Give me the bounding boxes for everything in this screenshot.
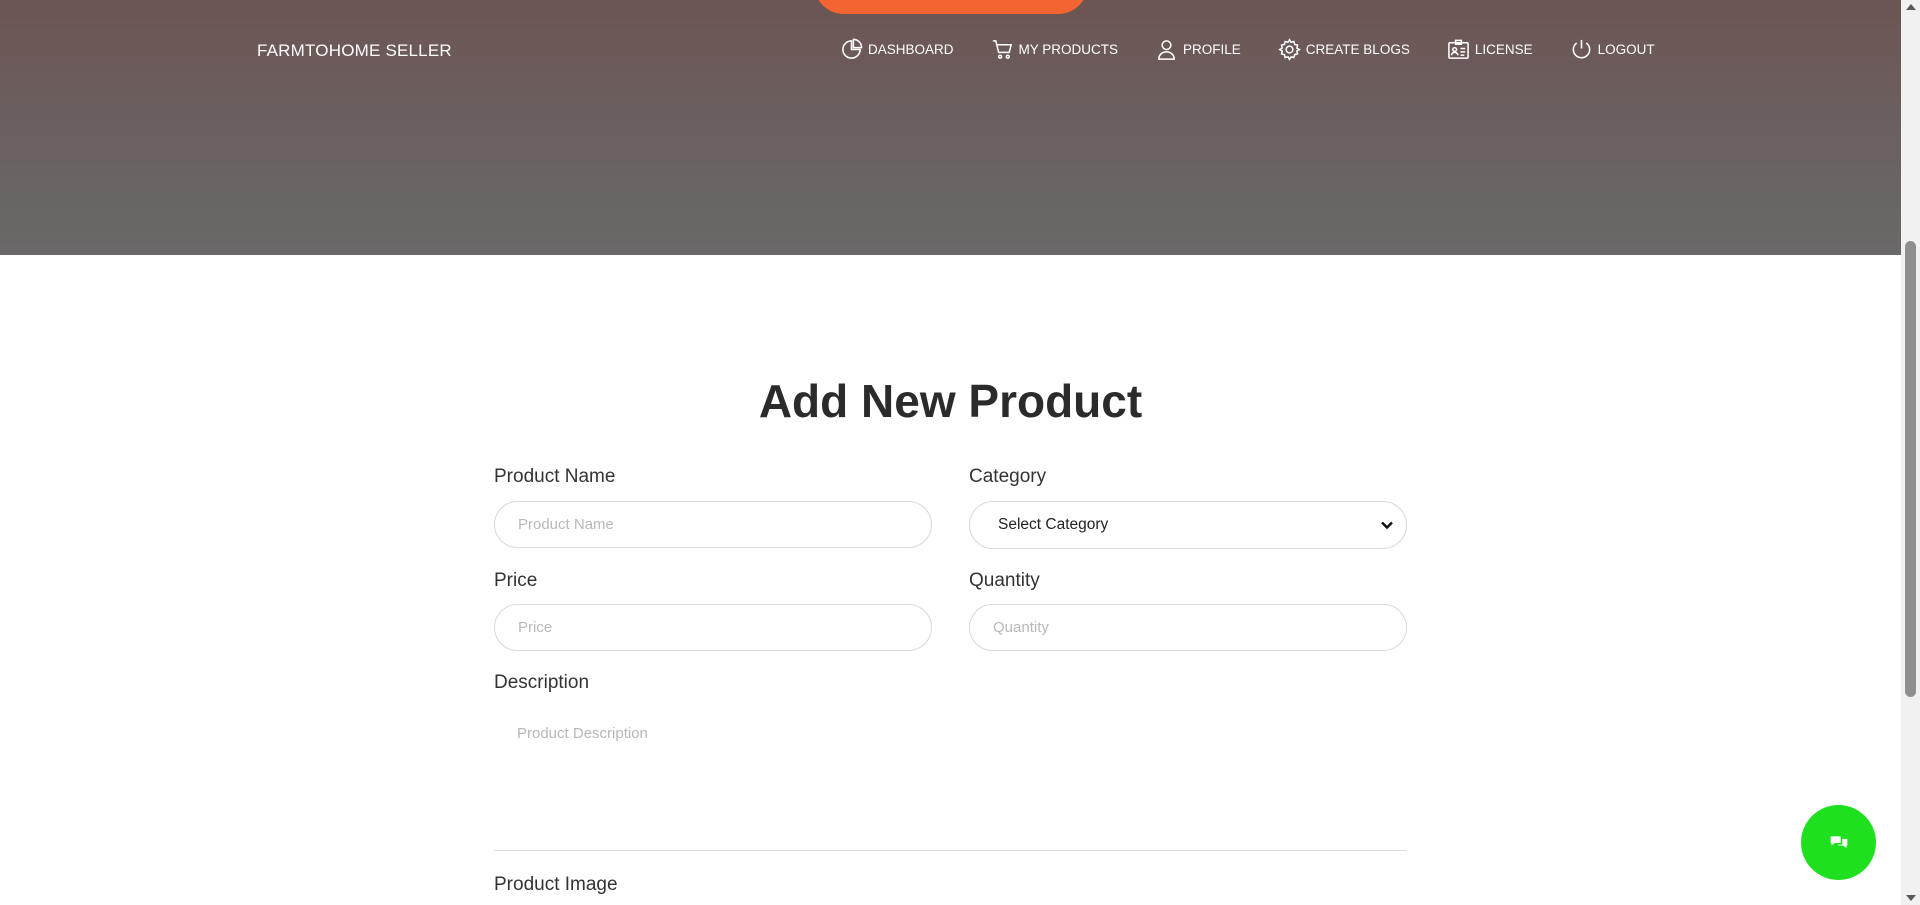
- nav-my-products-label: MY PRODUCTS: [1018, 42, 1119, 57]
- product-image-label: Product Image: [494, 874, 618, 895]
- nav-create-blogs-label: CREATE BLOGS: [1305, 42, 1410, 57]
- nav-profile-label: PROFILE: [1183, 42, 1241, 57]
- chat-button[interactable]: [1801, 805, 1876, 880]
- scroll-up-arrow[interactable]: [1906, 4, 1916, 10]
- main-nav: DASHBOARD MY PRODUCTS PROFILE CREATE BLO…: [840, 38, 1655, 61]
- nav-profile[interactable]: PROFILE: [1155, 38, 1241, 61]
- nav-logout-label: LOGOUT: [1597, 42, 1655, 57]
- price-input[interactable]: [494, 604, 932, 651]
- product-name-input[interactable]: [494, 501, 932, 548]
- page-title: Add New Product: [758, 375, 1143, 427]
- scroll-thumb[interactable]: [1905, 241, 1916, 697]
- vertical-scrollbar[interactable]: [1901, 0, 1920, 905]
- category-label: Category: [969, 466, 1047, 487]
- nav-logout[interactable]: LOGOUT: [1570, 38, 1655, 61]
- nav-my-products[interactable]: MY PRODUCTS: [991, 38, 1119, 61]
- description-label: Description: [494, 672, 590, 693]
- header: FARMTOHOME SELLER DASHBOARD MY PRODUCTS …: [0, 0, 1901, 255]
- nav-license[interactable]: LICENSE: [1447, 38, 1533, 61]
- nav-license-label: LICENSE: [1474, 42, 1533, 57]
- quantity-label: Quantity: [969, 570, 1040, 591]
- price-label: Price: [494, 570, 538, 591]
- nav-dashboard[interactable]: DASHBOARD: [840, 38, 954, 61]
- quantity-input[interactable]: [969, 604, 1407, 651]
- nav-dashboard-label: DASHBOARD: [868, 42, 954, 57]
- category-selected-value: Select Category: [998, 516, 1109, 533]
- power-icon: [1572, 39, 1590, 59]
- chevron-down-icon: [1381, 521, 1393, 530]
- user-icon: [1158, 40, 1175, 60]
- nav-create-blogs[interactable]: CREATE BLOGS: [1278, 38, 1410, 61]
- product-name-label: Product Name: [494, 466, 616, 487]
- chat-bubbles-icon: [1830, 835, 1847, 848]
- description-textarea[interactable]: [494, 713, 1407, 851]
- pie-chart-icon: [842, 38, 863, 59]
- category-select[interactable]: Select Category: [969, 501, 1407, 549]
- scroll-down-arrow[interactable]: [1906, 895, 1916, 901]
- top-accent-tab: [814, 0, 1088, 14]
- gear-icon: [1278, 38, 1301, 61]
- brand-name[interactable]: FARMTOHOME SELLER: [257, 41, 452, 61]
- cart-icon: [992, 40, 1012, 59]
- id-card-icon: [1447, 39, 1469, 59]
